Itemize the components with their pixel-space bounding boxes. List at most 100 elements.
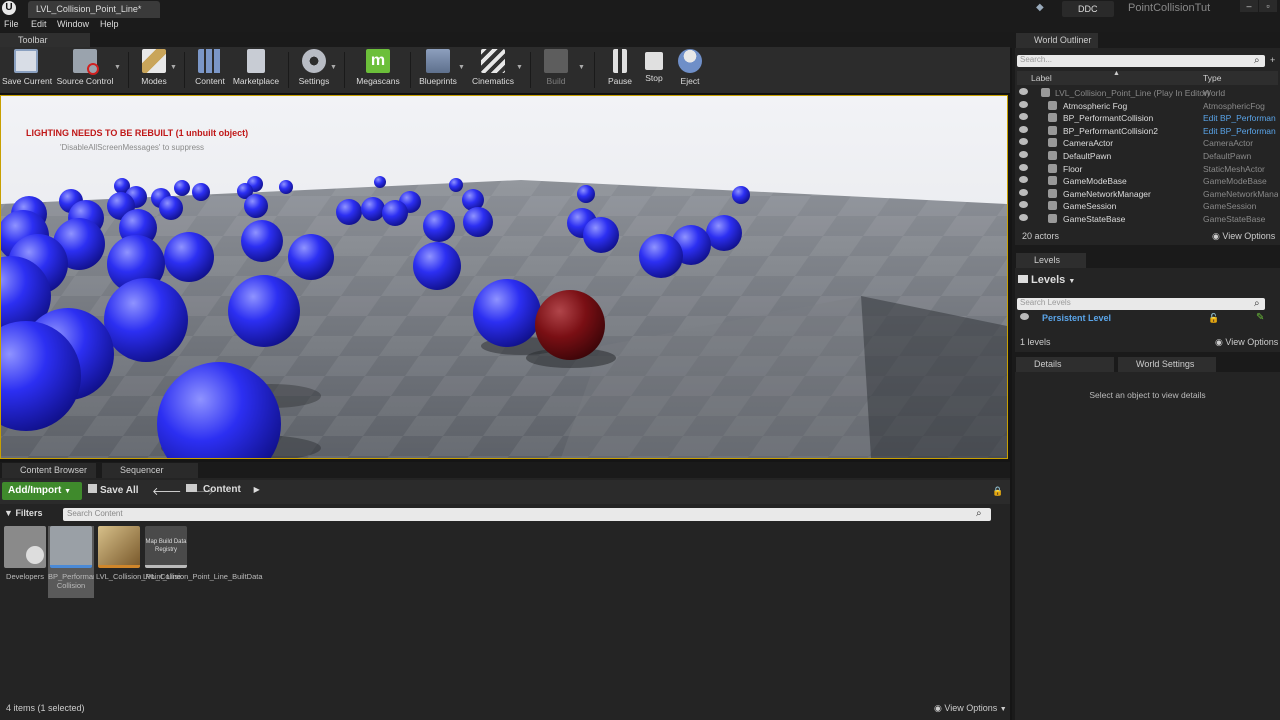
eye-icon[interactable] [1019,201,1028,209]
toolbar-separator [184,52,185,88]
outliner-view-options[interactable]: ◉ View Options [1212,231,1275,242]
chevron-right-icon[interactable]: ▶ [254,485,260,494]
outliner-row[interactable]: DefaultPawn DefaultPawn [1017,150,1278,163]
source-control-dropdown-icon[interactable]: ▼ [114,64,121,71]
pause-button[interactable]: Pause [602,49,638,91]
col-type[interactable]: Type [1203,73,1221,83]
eye-icon[interactable] [1019,100,1028,108]
toolbar-tab[interactable]: Toolbar [0,33,90,47]
outliner-row[interactable]: GameStateBase GameStateBase [1017,213,1278,226]
asset-bp-performant-collision[interactable]: BP_Performant Collision [48,526,94,598]
tab-content-browser[interactable]: Content Browser [2,463,96,478]
eye-icon[interactable] [1020,313,1029,320]
menu-edit[interactable]: Edit [31,19,47,29]
add-import-button[interactable]: Add/Import ▼ [2,482,82,500]
levels-search-input[interactable]: Search Levels [1017,298,1265,310]
tab-world-settings[interactable]: World Settings [1118,357,1216,372]
menu-window[interactable]: Window [57,19,89,29]
add-icon[interactable]: + [1270,55,1275,65]
maximize-button[interactable]: ▫ [1259,0,1277,12]
tab-details[interactable]: Details [1016,357,1114,372]
eye-icon[interactable] [1019,151,1028,158]
outliner-row-type[interactable]: Edit BP_Performan [1203,126,1278,136]
toolbar-separator [128,52,129,88]
levels-view-options[interactable]: ◉ View Options [1215,337,1278,348]
outliner-row-label: DefaultPawn [1063,151,1112,161]
pencil-icon[interactable]: ✎ [1256,312,1264,323]
save-current-button[interactable]: Save Current [2,49,52,91]
outliner-row-type[interactable]: Edit BP_Performan [1203,113,1278,123]
filters-button[interactable]: ▼ Filters [4,508,42,518]
marketplace-button[interactable]: Marketplace [232,49,280,91]
world-settings-tab-label: World Settings [1136,359,1195,369]
path-breadcrumb[interactable]: Content ▶ [186,484,260,495]
menu-help[interactable]: Help [100,19,119,29]
eye-icon[interactable] [1019,113,1028,121]
details-empty-message: Select an object to view details [1089,390,1206,400]
source-control-status-icon[interactable]: ◆ [1036,2,1050,14]
modes-dropdown-icon[interactable]: ▼ [170,64,177,71]
lock-icon[interactable]: 🔒 [992,486,1003,497]
persistent-level-item[interactable]: Persistent Level [1042,313,1111,323]
cinematics-button[interactable]: Cinematics [470,49,516,91]
outliner-row[interactable]: GameNetworkManager GameNetworkMana [1017,188,1278,201]
outliner-row[interactable]: Floor StaticMeshActor [1017,163,1278,176]
settings-dropdown-icon[interactable]: ▼ [330,64,337,71]
levels-menu-button[interactable]: Levels ▼ [1018,274,1075,286]
sort-arrow-icon[interactable]: ▲ [1113,70,1120,77]
unreal-logo-icon[interactable]: U [2,1,16,15]
blueprints-dropdown-icon[interactable]: ▼ [458,64,465,71]
modes-button[interactable]: Modes [136,49,172,91]
outliner-search-input[interactable]: Search... [1017,55,1265,67]
search-icon[interactable]: ⌕ [976,508,982,519]
megascans-icon: m [366,49,390,73]
outliner-row[interactable]: LVL_Collision_Point_Line (Play In Editor… [1017,87,1278,100]
outliner-row[interactable]: GameSession GameSession [1017,200,1278,213]
minimize-button[interactable]: – [1240,0,1258,12]
eject-button[interactable]: Eject [674,49,706,91]
outliner-row[interactable]: CameraActor CameraActor [1017,137,1278,150]
menu-file[interactable]: File [4,19,19,29]
outliner-row-type: StaticMeshActor [1203,163,1265,174]
eye-icon[interactable] [1019,138,1028,146]
asset-builtdata[interactable]: Map Build Data Registry LVL_Collision_Po… [143,526,263,581]
tab-world-outliner[interactable]: World Outliner [1016,33,1098,48]
outliner-row-label: BP_PerformantCollision [1063,113,1154,124]
eye-icon[interactable] [1019,188,1028,196]
col-label[interactable]: Label [1031,73,1052,83]
eye-icon[interactable] [1019,163,1028,171]
content-view-options[interactable]: ◉ View Options ▼ [934,703,1007,714]
content-search-input[interactable]: Search Content [63,508,991,521]
save-all-button[interactable]: Save All [88,484,139,496]
blueprints-button[interactable]: Blueprints [416,49,460,91]
outliner-row[interactable]: BP_PerformantCollision2 Edit BP_Performan [1017,125,1278,138]
build-dropdown-icon[interactable]: ▼ [578,64,585,71]
tab-sequencer[interactable]: Sequencer [102,463,198,478]
build-button[interactable]: Build [538,49,574,91]
back-arrow-icon[interactable]: 🡐 [152,486,182,498]
ddc-indicator[interactable]: DDC [1062,1,1114,17]
asset-folder-developers[interactable]: Developers [2,526,48,581]
outliner-row[interactable]: GameModeBase GameModeBase [1017,175,1278,188]
asset-level-lvl-collision[interactable]: LVL_Collision_Point_Line [96,526,181,581]
source-control-button[interactable]: Source Control [56,49,114,91]
lock-icon[interactable]: 🔓 [1208,313,1219,324]
eye-icon[interactable] [1019,88,1028,95]
megascans-button[interactable]: m Megascans [354,49,402,91]
eye-icon[interactable] [1019,125,1028,133]
tab-levels[interactable]: Levels [1016,253,1086,268]
stop-button[interactable]: Stop [638,49,670,91]
eye-icon[interactable] [1019,214,1028,221]
suppress-hint: 'DisableAllScreenMessages' to suppress [60,143,205,152]
outliner-row[interactable]: BP_PerformantCollision Edit BP_Performan [1017,112,1278,125]
eye-icon[interactable] [1019,176,1028,184]
search-icon[interactable]: ⌕ [1254,55,1260,66]
outliner-row[interactable]: Atmospheric Fog AtmosphericFog [1017,100,1278,113]
search-icon[interactable]: ⌕ [1254,298,1260,309]
cinematics-dropdown-icon[interactable]: ▼ [516,64,523,71]
settings-button[interactable]: Settings [296,49,332,91]
toolbar-separator [530,52,531,88]
cinematics-icon [481,49,505,73]
document-tab[interactable]: LVL_Collision_Point_Line* [28,1,160,18]
content-button[interactable]: Content [192,49,228,91]
